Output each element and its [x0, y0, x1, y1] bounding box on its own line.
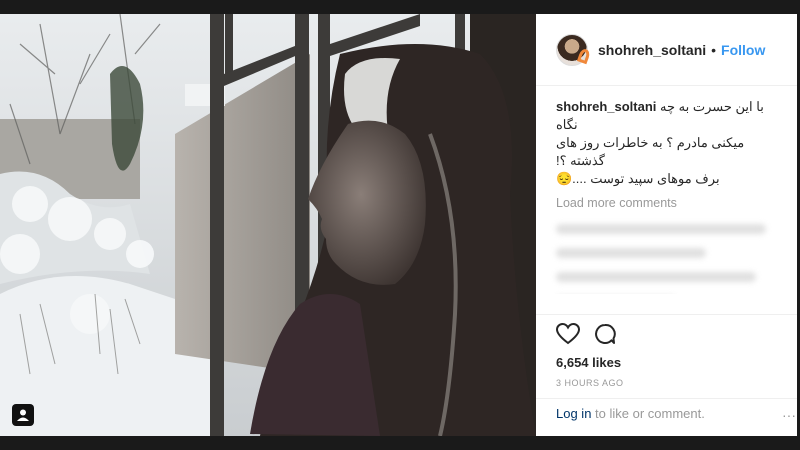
separator-dot: •: [711, 41, 717, 58]
blurred-comment: [556, 272, 756, 282]
post-header: shohreh_soltani • Follow: [536, 14, 800, 86]
post-timestamp: 3 HOURS AGO: [556, 378, 624, 388]
login-prompt: Log in to like or comment. ···: [536, 398, 800, 428]
post-caption: shohreh_soltani با این حسرت به چه نگاه م…: [556, 98, 780, 188]
more-options-icon[interactable]: ···: [782, 407, 796, 423]
post-image: [0, 14, 536, 436]
follow-button[interactable]: Follow: [721, 42, 765, 58]
blurred-comment: [556, 248, 706, 258]
load-more-comments[interactable]: Load more comments: [556, 196, 780, 210]
login-suffix: to like or comment.: [591, 406, 705, 421]
caption-line-2: میکنی مادرم ؟ به خاطرات روز های گذشته ؟!: [556, 135, 745, 168]
post-actions: 6,654 likes 3 HOURS AGO: [536, 314, 800, 388]
post-sidebar: shohreh_soltani • Follow shohreh_soltani…: [536, 14, 800, 436]
action-icons: [556, 321, 780, 347]
avatar[interactable]: [556, 33, 592, 66]
post-photo[interactable]: [0, 14, 536, 436]
ribbon-icon: [576, 47, 592, 64]
heart-outline-icon[interactable]: [556, 323, 580, 345]
like-count[interactable]: 6,654 likes: [556, 355, 780, 370]
caption-line-3: برف موهای سپید توست ....😔: [556, 171, 720, 186]
speech-bubble-icon[interactable]: [594, 323, 616, 345]
blurred-comment: [556, 224, 766, 234]
login-link[interactable]: Log in: [556, 406, 591, 421]
caption-username[interactable]: shohreh_soltani: [556, 99, 656, 114]
blurred-comments: [556, 224, 780, 294]
post-username[interactable]: shohreh_soltani: [598, 42, 706, 58]
user-tag-icon[interactable]: [12, 404, 34, 426]
comments-section: shohreh_soltani با این حسرت به چه نگاه م…: [536, 86, 800, 294]
